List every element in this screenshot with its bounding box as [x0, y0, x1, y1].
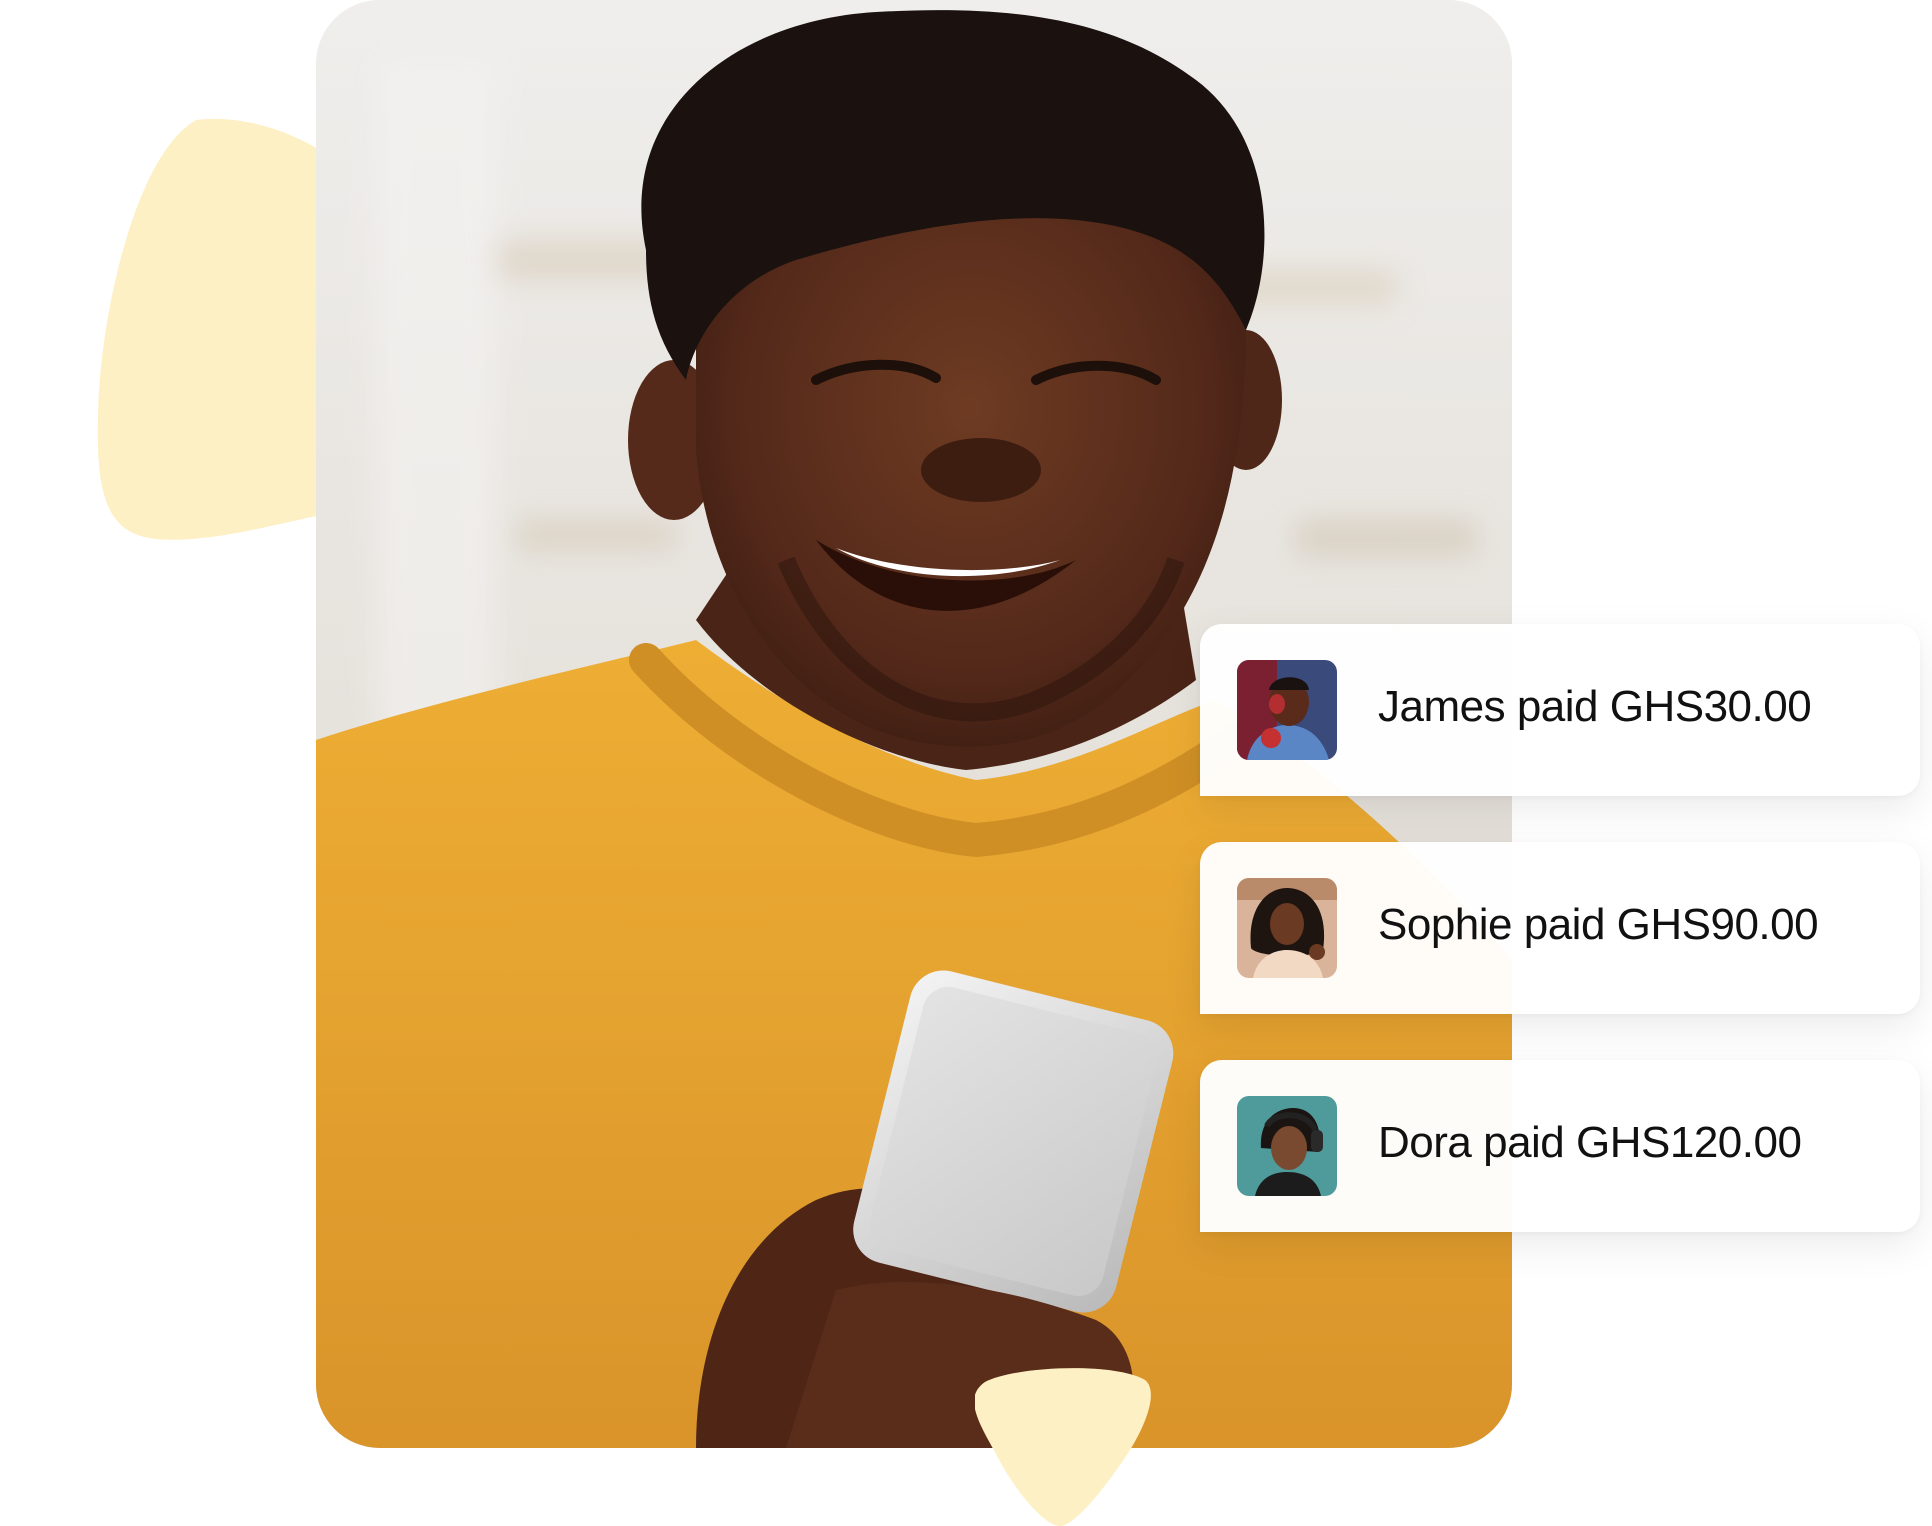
payment-notifications: James paid GHS30.00 Sophie paid GHS90.00: [1200, 624, 1920, 1278]
sophie-avatar-photo: [1237, 878, 1337, 978]
notification-card-sophie: Sophie paid GHS90.00: [1200, 842, 1920, 1014]
sophie-avatar: [1237, 878, 1337, 978]
james-avatar-photo: [1237, 660, 1337, 760]
notification-card-dora: Dora paid GHS120.00: [1200, 1060, 1920, 1232]
james-avatar: [1237, 660, 1337, 760]
notification-text: James paid GHS30.00: [1378, 682, 1812, 731]
dora-avatar: [1237, 1096, 1337, 1196]
dora-avatar-photo: [1237, 1096, 1337, 1196]
notification-text: Sophie paid GHS90.00: [1378, 900, 1819, 949]
notification-card-james: James paid GHS30.00: [1200, 624, 1920, 796]
notification-text: Dora paid GHS120.00: [1378, 1118, 1802, 1167]
decorative-blob-left: [97, 118, 326, 540]
decorative-blob-bottom: [975, 1368, 1151, 1526]
